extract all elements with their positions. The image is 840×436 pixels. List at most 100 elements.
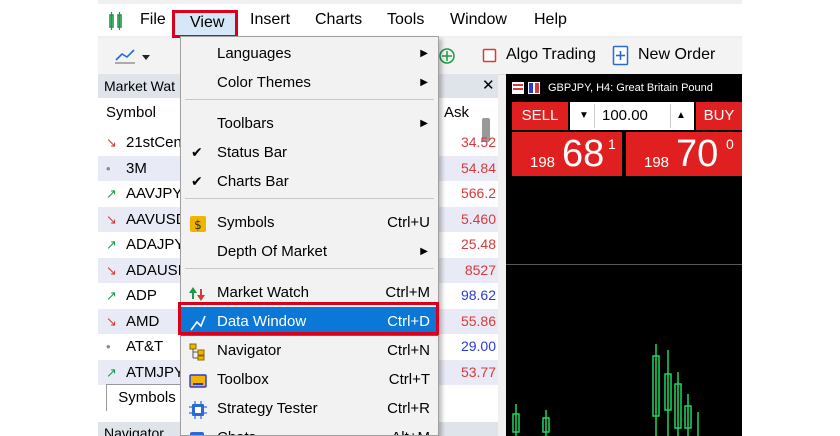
symbol-name: 21stCen xyxy=(126,134,182,151)
direction-icon: ↗ xyxy=(106,237,117,252)
menu-item-toolbox[interactable]: Toolbox Ctrl+T xyxy=(181,365,438,394)
menu-item-shortcut: Ctrl+U xyxy=(387,214,430,231)
svg-text:$: $ xyxy=(194,218,202,232)
ask-price: 98.62 xyxy=(460,287,496,303)
menu-tools[interactable]: Tools xyxy=(387,4,424,36)
ask-price: 34.52 xyxy=(460,134,496,150)
menu-item-shortcut: Ctrl+R xyxy=(387,400,430,417)
menu-item-label: Depth Of Market xyxy=(217,243,328,260)
menu-item-charts-bar[interactable]: ✔ Charts Bar xyxy=(181,167,438,196)
direction-icon: ↘ xyxy=(106,135,117,150)
chart-symbol-title: GBPJPY, H4: Great Britain Pound xyxy=(548,82,713,94)
lot-size-stepper[interactable]: ▼ 100.00 ▲ xyxy=(570,102,694,130)
symbol-name: 3M xyxy=(126,159,147,177)
menu-item-label: Symbols xyxy=(217,214,275,231)
submenu-arrow-icon: ▶ xyxy=(420,118,428,129)
direction-icon: • xyxy=(106,339,111,354)
menu-item-label: Toolbars xyxy=(217,115,274,132)
tab-symbols[interactable]: Symbols xyxy=(106,384,188,411)
algo-trading-button[interactable]: Algo Trading xyxy=(506,46,596,64)
toolbox-icon xyxy=(189,371,207,389)
symbol-name: AT&T xyxy=(126,338,164,355)
view-dropdown-menu: Languages ▶ Color Themes ▶ Toolbars ▶ ✔ Status … xyxy=(180,36,439,436)
direction-icon: ↘ xyxy=(106,211,117,227)
menu-separator xyxy=(185,198,434,199)
strategy-globe-icon[interactable] xyxy=(438,46,456,66)
symbol-name: AAVJPY xyxy=(126,185,183,202)
menu-item-shortcut: Alt+M xyxy=(391,423,430,435)
symbol-name: ADAJPY xyxy=(126,236,185,253)
menu-window[interactable]: Window xyxy=(450,4,507,36)
menu-item-depth-of-market[interactable]: Depth Of Market ▶ xyxy=(181,237,438,266)
symbol-name: ADAUSI xyxy=(126,261,182,279)
menu-item-label: Strategy Tester xyxy=(217,400,318,417)
menu-bar: File View Insert Charts Tools Window Hel… xyxy=(98,4,742,39)
direction-icon: ↘ xyxy=(106,313,117,329)
ask-price: 5.460 xyxy=(460,210,496,227)
symbol-name: ADP xyxy=(126,287,157,304)
symbol-name: AAVUSD xyxy=(126,210,187,228)
new-order-button[interactable]: New Order xyxy=(638,46,715,64)
ask-price: 54.84 xyxy=(460,159,496,176)
menu-item-color-themes[interactable]: Color Themes ▶ xyxy=(181,68,438,97)
menu-help[interactable]: Help xyxy=(534,4,567,36)
ask-price: 25.48 xyxy=(460,236,496,252)
menu-item-label: Status Bar xyxy=(217,144,288,161)
candlestick-plot xyxy=(512,344,699,436)
menu-item-label: Color Themes xyxy=(217,74,311,91)
check-icon: ✔ xyxy=(191,144,203,160)
chart-type-icon[interactable] xyxy=(114,46,154,66)
close-icon[interactable]: ✕ xyxy=(482,74,495,98)
sell-button[interactable]: SELL xyxy=(512,102,568,130)
menu-separator xyxy=(185,99,434,100)
menu-item-label: Navigator xyxy=(217,342,282,359)
menu-item-label: Languages xyxy=(217,45,292,62)
menu-item-toolbars[interactable]: Toolbars ▶ xyxy=(181,109,438,138)
direction-icon: ↘ xyxy=(106,262,117,278)
menu-charts[interactable]: Charts xyxy=(315,4,362,36)
direction-icon: ↗ xyxy=(106,288,117,303)
direction-icon: ↗ xyxy=(106,186,117,201)
chart-title-bar: GBPJPY, H4: Great Britain Pound xyxy=(506,74,742,102)
ask-price: 566.2 xyxy=(460,185,496,201)
menu-item-languages[interactable]: Languages ▶ xyxy=(181,39,438,68)
symbol-name: AMD xyxy=(126,312,160,330)
navigator-icon xyxy=(189,342,207,361)
data-window-annotation-box xyxy=(178,302,439,335)
menu-item-chats[interactable]: Chats Alt+M xyxy=(181,423,438,435)
new-order-icon[interactable] xyxy=(612,45,630,67)
menu-view[interactable]: View xyxy=(190,7,224,39)
sell-price[interactable]: 198 68 1 xyxy=(512,132,622,176)
menu-item-label: Charts Bar xyxy=(217,173,289,190)
ask-price: 55.86 xyxy=(460,312,496,329)
terminal-window: File View Insert Charts Tools Window Hel… xyxy=(98,0,742,436)
column-ask[interactable]: Ask xyxy=(444,104,469,121)
buy-price[interactable]: 198 70 0 xyxy=(626,132,742,176)
menu-item-label: Toolbox xyxy=(217,371,269,388)
chats-icon xyxy=(189,429,207,435)
menu-file[interactable]: File xyxy=(140,4,166,36)
algo-trading-icon[interactable] xyxy=(482,48,498,64)
column-symbol[interactable]: Symbol xyxy=(106,104,156,121)
menu-item-strategy-tester[interactable]: Strategy Tester Ctrl+R xyxy=(181,394,438,423)
lot-size-value[interactable]: 100.00 xyxy=(602,102,648,130)
menu-separator xyxy=(185,268,434,269)
menu-item-status-bar[interactable]: ✔ Status Bar xyxy=(181,138,438,167)
symbols-icon: $ xyxy=(189,214,207,232)
chart-window[interactable]: GBPJPY, H4: Great Britain Pound SELL ▼ 1… xyxy=(506,74,742,436)
symbol-name: ATMJPY xyxy=(126,363,185,381)
strategy-tester-icon xyxy=(189,400,207,419)
buy-button[interactable]: BUY xyxy=(696,102,742,130)
ask-price: 53.77 xyxy=(460,363,496,380)
direction-icon: • xyxy=(106,160,111,176)
chart-grid-line xyxy=(506,264,742,265)
menu-insert[interactable]: Insert xyxy=(250,4,290,36)
app-logo-icon xyxy=(109,12,122,30)
menu-item-shortcut: Ctrl+N xyxy=(387,342,430,359)
menu-item-symbols[interactable]: $ Symbols Ctrl+U xyxy=(181,208,438,237)
menu-item-label: Chats xyxy=(217,423,256,435)
lot-increase-icon[interactable]: ▲ xyxy=(670,104,691,128)
lot-decrease-icon[interactable]: ▼ xyxy=(574,104,595,128)
menu-item-navigator[interactable]: Navigator Ctrl+N xyxy=(181,336,438,365)
direction-icon: ↗ xyxy=(106,364,117,380)
